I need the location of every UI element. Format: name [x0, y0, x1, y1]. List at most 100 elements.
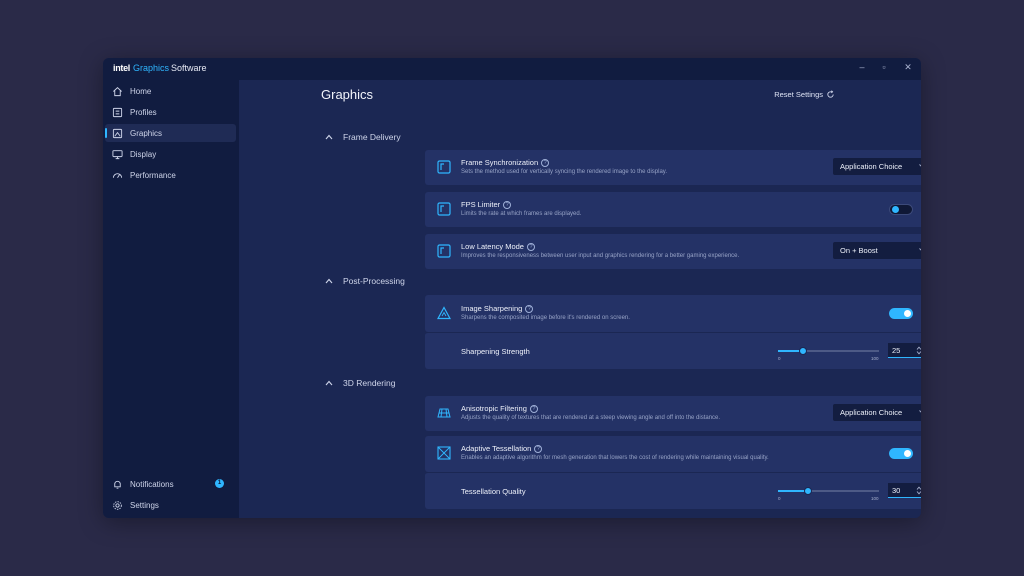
setting-frame-synchronization: Frame Synchronization ? Sets the method …: [425, 150, 921, 185]
chevron-up-icon: [325, 278, 333, 284]
sidebar-item-graphics[interactable]: Graphics: [105, 124, 236, 142]
help-icon[interactable]: ?: [541, 158, 550, 167]
chevron-down-icon: [919, 410, 921, 413]
minimize-button[interactable]: –: [855, 62, 869, 72]
app-window: intel Graphics Software – ▫ ✕ Home Profile…: [103, 58, 921, 518]
tessellation-quality-input[interactable]: 30: [888, 483, 921, 498]
slider-max-label: 100: [871, 356, 879, 361]
section-header-post-processing[interactable]: Post-Processing: [325, 276, 405, 286]
slider-max-label: 100: [871, 496, 879, 501]
low-latency-dropdown[interactable]: On + Boost: [833, 242, 921, 259]
close-button[interactable]: ✕: [901, 62, 915, 73]
help-icon[interactable]: ?: [503, 200, 512, 209]
fps-limiter-toggle[interactable]: [889, 204, 913, 215]
section-header-3d-rendering[interactable]: 3D Rendering: [325, 378, 395, 388]
toggle-knob: [892, 206, 899, 213]
display-icon: [112, 149, 123, 160]
maximize-button[interactable]: ▫: [877, 62, 891, 72]
sharpening-strength-slider[interactable]: [778, 347, 879, 355]
sidebar-item-profiles[interactable]: Profiles: [105, 103, 236, 121]
help-icon[interactable]: ?: [526, 242, 535, 251]
sharpening-strength-input[interactable]: 25: [888, 343, 921, 358]
frame-sync-dropdown[interactable]: Application Choice: [833, 158, 921, 175]
setting-tessellation-quality: Tessellation Quality 0 100 30: [425, 472, 921, 509]
slider-min-label: 0: [778, 356, 781, 361]
sidebar-item-label: Notifications: [130, 479, 174, 489]
dropdown-value: Application Choice: [840, 162, 903, 171]
sharpening-icon: [437, 306, 451, 320]
setting-title: Frame Synchronization ?: [461, 158, 550, 167]
setting-title-text: Image Sharpening: [461, 304, 523, 313]
slider-min-label: 0: [778, 496, 781, 501]
intel-logo: intel: [113, 63, 131, 73]
frame-sync-icon: [437, 160, 451, 174]
sidebar-item-label: Graphics: [130, 128, 163, 138]
setting-title-text: Low Latency Mode: [461, 242, 524, 251]
setting-description: Improves the responsiveness between user…: [461, 253, 740, 259]
graphics-icon: [112, 128, 123, 139]
setting-description: Limits the rate at which frames are disp…: [461, 211, 582, 217]
anisotropic-grid-icon: [437, 408, 451, 418]
sidebar-item-label: Profiles: [130, 107, 157, 117]
chevron-up-icon: [325, 134, 333, 140]
bell-icon: [112, 479, 123, 490]
sidebar-item-settings[interactable]: Settings: [105, 496, 236, 514]
sidebar-item-performance[interactable]: Performance: [105, 166, 236, 184]
setting-description: Adjusts the quality of textures that are…: [461, 415, 721, 421]
setting-adaptive-tessellation: Adaptive Tessellation ? Enables an adapt…: [425, 436, 921, 472]
section-title: 3D Rendering: [343, 378, 396, 388]
performance-icon: [112, 170, 123, 181]
slider-thumb[interactable]: [799, 347, 807, 355]
setting-title-text: Anisotropic Filtering: [461, 404, 527, 413]
toggle-knob: [904, 450, 911, 457]
image-sharpening-toggle[interactable]: [889, 308, 913, 319]
setting-title: Low Latency Mode ?: [461, 242, 535, 251]
setting-fps-limiter: FPS Limiter ? Limits the rate at which f…: [425, 192, 921, 227]
setting-low-latency-mode: Low Latency Mode ? Improves the responsi…: [425, 234, 921, 269]
section-header-frame-delivery[interactable]: Frame Delivery: [325, 132, 401, 142]
chevron-down-icon: [919, 164, 921, 167]
setting-image-sharpening: Image Sharpening ? Sharpens the composit…: [425, 295, 921, 332]
chevron-up-icon: [325, 380, 333, 386]
sidebar-item-label: Display: [130, 149, 157, 159]
gear-icon: [112, 500, 123, 511]
toggle-knob: [904, 310, 911, 317]
section-title: Post-Processing: [343, 276, 405, 286]
stepper-arrows-icon[interactable]: [916, 486, 921, 495]
reset-settings-button[interactable]: Reset Settings: [774, 90, 835, 99]
stepper-arrows-icon[interactable]: [916, 346, 921, 355]
sidebar: Home Profiles Graphics Display Performan…: [103, 80, 239, 518]
home-icon: [112, 86, 123, 97]
anisotropic-dropdown[interactable]: Application Choice: [833, 404, 921, 421]
reset-icon: [827, 90, 834, 98]
help-icon[interactable]: ?: [529, 404, 538, 413]
main-content: Graphics Reset Settings Frame Delivery F…: [239, 80, 921, 518]
reset-settings-label: Reset Settings: [774, 90, 823, 99]
help-icon[interactable]: ?: [525, 304, 534, 313]
setting-title: FPS Limiter ?: [461, 200, 512, 209]
setting-label: Tessellation Quality: [461, 487, 526, 496]
sidebar-item-label: Settings: [130, 500, 159, 510]
section-title: Frame Delivery: [343, 132, 401, 142]
setting-description: Sharpens the composited image before it'…: [461, 315, 630, 321]
fps-limiter-icon: [437, 202, 451, 216]
setting-description: Sets the method used for vertically sync…: [461, 169, 668, 175]
notification-badge: 1: [215, 479, 224, 488]
page-title: Graphics: [321, 87, 374, 102]
tessellation-quality-slider[interactable]: [778, 487, 879, 495]
help-icon[interactable]: ?: [534, 444, 543, 453]
sidebar-item-notifications[interactable]: Notifications 1: [105, 475, 236, 493]
slider-thumb[interactable]: [804, 487, 812, 495]
app-brand: intel Graphics Software: [113, 63, 207, 73]
brand-software: Software: [171, 63, 207, 73]
sidebar-item-home[interactable]: Home: [105, 82, 236, 100]
adaptive-tessellation-toggle[interactable]: [889, 448, 913, 459]
stepper-value: 30: [892, 485, 901, 495]
chevron-down-icon: [919, 248, 921, 251]
low-latency-icon: [437, 244, 451, 258]
sidebar-item-display[interactable]: Display: [105, 145, 236, 163]
tessellation-icon: [437, 446, 451, 460]
dropdown-value: Application Choice: [840, 408, 903, 417]
setting-title: Anisotropic Filtering ?: [461, 404, 538, 413]
setting-sharpening-strength: Sharpening Strength 0 100 25: [425, 332, 921, 369]
